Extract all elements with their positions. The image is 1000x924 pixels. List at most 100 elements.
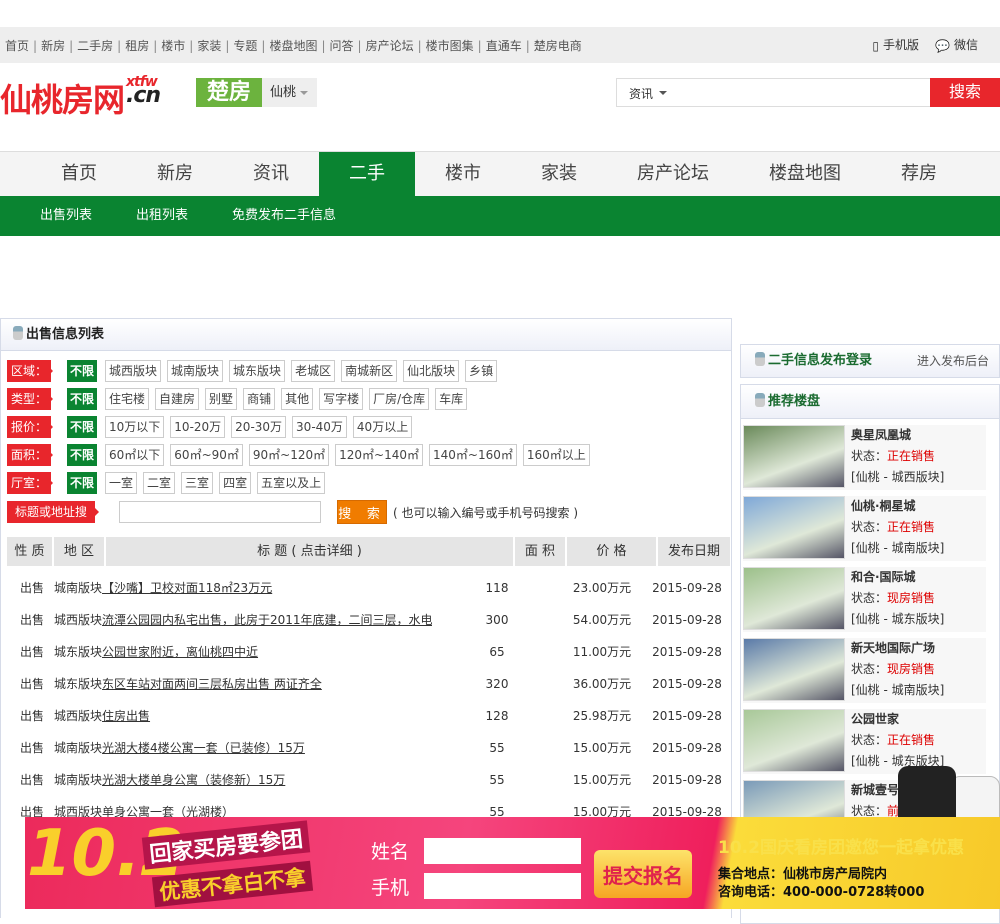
property-item[interactable]: 仙桃·桐星城 状态：正在销售 [仙桃 - 城南版块]	[743, 496, 986, 561]
subnav-item[interactable]: 出售列表	[40, 196, 92, 236]
property-image[interactable]	[743, 425, 845, 488]
filter-option[interactable]: 二室	[143, 472, 176, 494]
nav-item[interactable]: 楼市	[415, 152, 511, 196]
filter-option[interactable]: 乡镇	[465, 360, 498, 382]
listing-link[interactable]: 光湖大楼4楼公寓一套（已装修）15万	[102, 741, 305, 755]
filter-option[interactable]: 60㎡~90㎡	[170, 444, 243, 466]
listing-link[interactable]: 【沙嘴】卫校对面118㎡23万元	[102, 581, 272, 595]
property-name[interactable]: 仙桃·桐星城	[851, 496, 944, 517]
property-name[interactable]: 公园世家	[851, 709, 944, 730]
property-image[interactable]	[743, 496, 845, 559]
site-logo[interactable]: 仙桃房网 xtfw .cn	[0, 75, 188, 121]
property-image[interactable]	[743, 709, 845, 772]
filter-option[interactable]: 60㎡以下	[105, 444, 165, 466]
nav-item[interactable]: 楼盘地图	[739, 152, 871, 196]
property-item[interactable]: 奥星凤凰城 状态：正在销售 [仙桃 - 城西版块]	[743, 425, 986, 490]
filter-option-all[interactable]: 不限	[67, 416, 98, 438]
filter-option[interactable]: 90㎡~120㎡	[248, 444, 330, 466]
top-link[interactable]: 租房	[125, 39, 149, 53]
filter-option[interactable]: 厂房/仓库	[369, 388, 430, 410]
filter-option[interactable]: 仙北版块	[403, 360, 460, 382]
filter-option[interactable]: 四室	[219, 472, 252, 494]
search-button[interactable]: 搜索	[930, 78, 1000, 107]
subnav-item[interactable]: 免费发布二手信息	[232, 196, 336, 236]
city-selector[interactable]: 仙桃	[262, 78, 317, 107]
listing-link[interactable]: 东区车站对面两间三层私房出售 两证齐全	[102, 677, 322, 691]
property-name[interactable]: 和合·国际城	[851, 567, 944, 588]
listing-link[interactable]: 流潭公园园内私宅出售，此房于2011年底建，二间三层，水电气齐...	[102, 613, 432, 627]
property-name[interactable]: 新城壹号	[851, 780, 899, 801]
listing-link[interactable]: 住房出售	[102, 709, 150, 723]
promo-banner: 10.2 回家买房要参团 优惠不拿白不拿 姓名 手机 提交报名 10.2国庆看房…	[25, 817, 1000, 909]
filter-option[interactable]: 140㎡~160㎡	[429, 444, 517, 466]
nav-item[interactable]: 新房	[127, 152, 223, 196]
property-image[interactable]	[743, 638, 845, 701]
filter-option[interactable]: 城西版块	[105, 360, 162, 382]
filter-option[interactable]: 一室	[105, 472, 138, 494]
banner-submit-button[interactable]: 提交报名	[594, 850, 692, 898]
wechat-link[interactable]: 💬 微信	[935, 36, 978, 53]
nav-item[interactable]: 资讯	[223, 152, 319, 196]
filter-option[interactable]: 城南版块	[167, 360, 224, 382]
filter-option-all[interactable]: 不限	[67, 444, 98, 466]
property-item[interactable]: 新天地国际广场 状态：现房销售 [仙桃 - 城南版块]	[743, 638, 986, 703]
filter-option[interactable]: 160㎡以上	[522, 444, 590, 466]
filter-option[interactable]: 五室以及上	[257, 472, 326, 494]
filter-option[interactable]: 别墅	[205, 388, 238, 410]
top-link[interactable]: 首页	[5, 39, 29, 53]
search-category-select[interactable]: 资讯	[629, 85, 667, 102]
filter-option-all[interactable]: 不限	[67, 360, 98, 382]
filter-option[interactable]: 30-40万	[292, 416, 347, 438]
banner-phone-input[interactable]	[424, 873, 581, 899]
filter-option[interactable]: 其他	[281, 388, 314, 410]
filter-option[interactable]: 三室	[181, 472, 214, 494]
top-link[interactable]: 问答	[330, 39, 354, 53]
keyword-input[interactable]	[119, 501, 322, 523]
top-link[interactable]: 直通车	[486, 39, 522, 53]
top-link[interactable]: 楼市图集	[426, 39, 474, 53]
filter-option[interactable]: 10万以下	[105, 416, 165, 438]
filter-option[interactable]: 住宅楼	[105, 388, 150, 410]
nav-item[interactable]: 房产论坛	[607, 152, 739, 196]
property-image[interactable]	[743, 567, 845, 630]
nav-item[interactable]: 荐房	[871, 152, 967, 196]
property-area: [仙桃 - 城西版块]	[851, 470, 945, 484]
top-link[interactable]: 新房	[41, 39, 65, 53]
property-item[interactable]: 和合·国际城 状态：现房销售 [仙桃 - 城东版块]	[743, 567, 986, 632]
filter-option-all[interactable]: 不限	[67, 388, 98, 410]
filter-option[interactable]: 商铺	[243, 388, 276, 410]
keyword-search-button[interactable]: 搜 索	[337, 500, 388, 524]
top-link[interactable]: 楼市	[161, 39, 185, 53]
top-link[interactable]: 家装	[197, 39, 221, 53]
banner-name-input[interactable]	[424, 838, 581, 864]
property-item[interactable]: 公园世家 状态：正在销售 [仙桃 - 城东版块]	[743, 709, 986, 774]
mobile-link[interactable]: ▯ 手机版	[872, 36, 919, 53]
filter-option[interactable]: 10-20万	[170, 416, 226, 438]
filter-option-all[interactable]: 不限	[67, 472, 98, 494]
filter-option[interactable]: 40万以上	[352, 416, 413, 438]
nav-item[interactable]: 家装	[511, 152, 607, 196]
top-link[interactable]: 楼盘地图	[269, 39, 317, 53]
filter-option[interactable]: 车库	[435, 388, 468, 410]
filter-option[interactable]: 南城新区	[341, 360, 398, 382]
enter-backend-link[interactable]: 进入发布后台	[917, 345, 989, 377]
top-link[interactable]: 楚房电商	[534, 39, 582, 53]
top-link[interactable]: 二手房	[77, 39, 113, 53]
search-input[interactable]: 资讯	[616, 78, 930, 107]
subnav-item[interactable]: 出租列表	[136, 196, 188, 236]
filter-option[interactable]: 自建房	[155, 388, 200, 410]
nav-item[interactable]: 二手	[319, 152, 415, 196]
filter-option[interactable]: 老城区	[291, 360, 336, 382]
listing-link[interactable]: 光湖大楼单身公寓（装修新）15万	[102, 773, 285, 787]
filter-option[interactable]: 120㎡~140㎡	[335, 444, 424, 466]
top-link[interactable]: 专题	[233, 39, 257, 53]
filter-option[interactable]: 城东版块	[229, 360, 286, 382]
chufang-logo[interactable]: 楚房	[196, 78, 262, 107]
top-link[interactable]: 房产论坛	[366, 39, 414, 53]
filter-option[interactable]: 20-30万	[231, 416, 287, 438]
filter-option[interactable]: 写字楼	[319, 388, 364, 410]
listing-link[interactable]: 公园世家附近，离仙桃四中近	[102, 645, 258, 659]
property-name[interactable]: 奥星凤凰城	[851, 425, 944, 446]
nav-item[interactable]: 首页	[31, 152, 127, 196]
property-name[interactable]: 新天地国际广场	[851, 638, 944, 659]
